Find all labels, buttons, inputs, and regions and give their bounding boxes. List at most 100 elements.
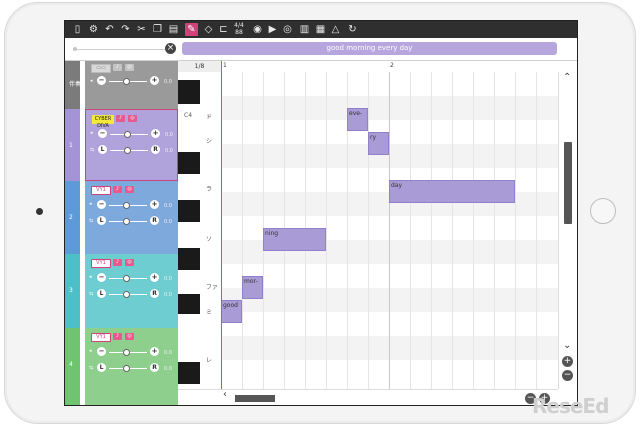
pan-knob[interactable]: [123, 218, 130, 225]
time-signature-top[interactable]: 4/4: [233, 22, 245, 29]
stop-icon[interactable]: ◉: [251, 23, 264, 36]
black-key[interactable]: [178, 294, 200, 314]
beat-line: [368, 72, 369, 389]
note-good[interactable]: good: [221, 300, 242, 323]
track-3[interactable]: 3 VY1 ♪ ◎ ◂ − + 0.0 ⇆ L R 0.0: [65, 254, 178, 328]
pan-knob[interactable]: [124, 147, 131, 154]
mute-button[interactable]: ♪: [113, 259, 122, 266]
mute-button[interactable]: ♪: [113, 64, 122, 71]
redo-icon[interactable]: ↷: [119, 23, 132, 36]
undo-icon[interactable]: ↶: [103, 23, 116, 36]
track-accompaniment[interactable]: 伴奏 ▭▭ ♪ ◎ ◂ − + 0.0: [65, 61, 178, 109]
position-slider-track[interactable]: [73, 49, 165, 50]
black-key[interactable]: [178, 152, 200, 174]
pencil-tool-icon[interactable]: ✎: [185, 23, 198, 36]
track-1[interactable]: 1 CYBER DIVA ♪ ◎ ◂ − + 0.0 ⇆ L R 0.0: [65, 109, 178, 181]
solo-button[interactable]: ◎: [125, 259, 134, 266]
metronome-icon[interactable]: △: [329, 23, 342, 36]
settings-icon[interactable]: ⚙: [87, 23, 100, 36]
keyboard-icon[interactable]: ▦: [314, 23, 327, 36]
volume-knob[interactable]: [123, 202, 130, 209]
black-key[interactable]: [178, 248, 200, 270]
volume-plus-button[interactable]: +: [151, 129, 160, 138]
instrument-badge[interactable]: VY1: [91, 259, 111, 268]
solo-button[interactable]: ◎: [128, 115, 137, 122]
volume-knob[interactable]: [123, 78, 130, 85]
mute-button[interactable]: ♪: [113, 333, 122, 340]
pan-right-button[interactable]: R: [150, 363, 159, 372]
loop-icon[interactable]: ↻: [346, 23, 359, 36]
pan-right-button[interactable]: R: [150, 289, 159, 298]
black-key[interactable]: [178, 200, 200, 222]
volume-minus-button[interactable]: −: [97, 76, 106, 85]
lyrics-field[interactable]: good morning every day: [182, 42, 557, 55]
copy-icon[interactable]: ❐: [151, 23, 164, 36]
mixer-icon[interactable]: ▥: [298, 23, 311, 36]
pan-right-button[interactable]: R: [150, 216, 159, 225]
scroll-left-icon[interactable]: ‹: [223, 389, 227, 400]
solo-button[interactable]: ◎: [125, 64, 134, 71]
black-key[interactable]: [178, 362, 200, 384]
volume-icon: ◂: [90, 130, 93, 136]
volume-value: 0.0: [164, 350, 172, 356]
pan-knob[interactable]: [123, 365, 130, 372]
home-button[interactable]: [590, 198, 616, 224]
note-mor[interactable]: mor-: [242, 276, 263, 299]
playhead[interactable]: [221, 61, 222, 389]
note-grid[interactable]: eve- ry day ning mor- good: [221, 72, 558, 389]
grid-resolution[interactable]: 1/8: [178, 61, 221, 72]
paste-icon[interactable]: ▤: [167, 23, 180, 36]
position-slider-knob[interactable]: [73, 47, 77, 51]
note-ry[interactable]: ry: [368, 132, 389, 155]
volume-plus-button[interactable]: +: [150, 347, 159, 356]
scroll-down-icon[interactable]: ⌄: [563, 340, 571, 351]
clear-icon[interactable]: ×: [165, 43, 176, 54]
note-day[interactable]: day: [389, 180, 515, 203]
instrument-badge[interactable]: VY1: [91, 333, 111, 342]
volume-plus-button[interactable]: +: [150, 76, 159, 85]
pan-knob[interactable]: [123, 291, 130, 298]
volume-minus-button[interactable]: −: [97, 273, 106, 282]
volume-knob[interactable]: [124, 131, 131, 138]
volume-minus-button[interactable]: −: [97, 200, 106, 209]
pan-left-button[interactable]: L: [98, 145, 107, 154]
note-ning[interactable]: ning: [263, 228, 326, 251]
record-icon[interactable]: ◎: [281, 23, 294, 36]
volume-knob[interactable]: [123, 275, 130, 282]
mute-button[interactable]: ♪: [113, 186, 122, 193]
instrument-badge[interactable]: CYBER DIVA: [92, 115, 114, 129]
piano-key-mi[interactable]: [178, 318, 221, 355]
black-key[interactable]: [178, 80, 200, 104]
play-icon[interactable]: ▶: [266, 23, 279, 36]
instrument-badge[interactable]: ▭▭: [91, 64, 111, 73]
volume-plus-button[interactable]: +: [150, 273, 159, 282]
pan-right-button[interactable]: R: [151, 145, 160, 154]
solo-button[interactable]: ◎: [125, 186, 134, 193]
track-2[interactable]: 2 VY1 ♪ ◎ ◂ − + 0.0 ⇆ L R 0.0: [65, 181, 178, 254]
pan-left-button[interactable]: L: [97, 216, 106, 225]
vertical-zoom-in-icon[interactable]: +: [562, 356, 573, 367]
vertical-zoom-out-icon[interactable]: −: [562, 370, 573, 381]
vertical-scrollbar[interactable]: ⌃ ⌄ + −: [558, 72, 577, 389]
pan-left-button[interactable]: L: [97, 289, 106, 298]
vertical-scroll-thumb[interactable]: [564, 142, 572, 224]
pan-left-button[interactable]: L: [97, 363, 106, 372]
volume-knob[interactable]: [123, 349, 130, 356]
tempo-value[interactable]: 88: [233, 29, 245, 36]
horizontal-scrollbar[interactable]: ‹ − +: [221, 389, 558, 405]
instrument-badge[interactable]: VY1: [91, 186, 111, 195]
solo-button[interactable]: ◎: [125, 333, 134, 340]
volume-minus-button[interactable]: −: [97, 347, 106, 356]
cut-icon[interactable]: ✂: [135, 23, 148, 36]
scroll-up-icon[interactable]: ⌃: [563, 72, 571, 83]
horizontal-scroll-thumb[interactable]: [235, 395, 275, 402]
new-file-icon[interactable]: ▯: [71, 23, 84, 36]
track-4[interactable]: 4 VY1 ♪ ◎ ◂ − + 0.0 ⇆ L R 0.0: [65, 328, 178, 405]
select-tool-icon[interactable]: ⊏: [217, 23, 230, 36]
eraser-icon[interactable]: ◇: [202, 23, 215, 36]
mute-button[interactable]: ♪: [116, 115, 125, 122]
volume-minus-button[interactable]: −: [98, 129, 107, 138]
volume-plus-button[interactable]: +: [150, 200, 159, 209]
beat-line: [473, 72, 474, 389]
note-every[interactable]: eve-: [347, 108, 368, 131]
